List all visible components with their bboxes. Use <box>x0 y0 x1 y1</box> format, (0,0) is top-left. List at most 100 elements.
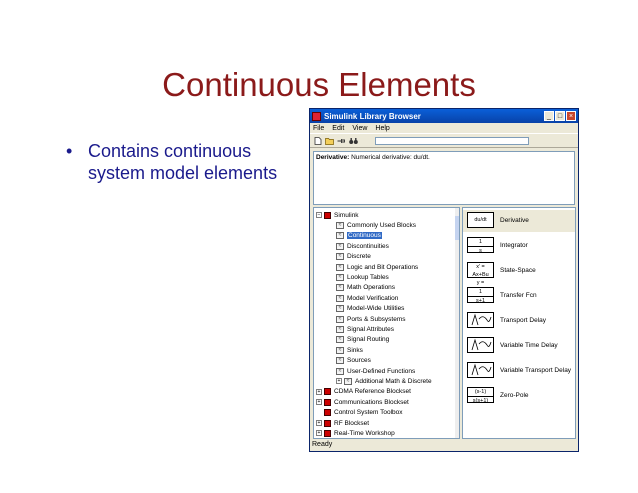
sublibrary-icon: ≈ <box>336 284 344 292</box>
tree-scrollbar[interactable] <box>455 208 459 438</box>
tree-item-label: Discrete <box>347 253 371 261</box>
tree-item[interactable]: ≈ Discrete <box>336 252 371 262</box>
tree-item[interactable]: ≈ Ports & Subsystems <box>336 314 406 324</box>
tree-item-label: Math Operations <box>347 284 396 292</box>
description-label: Derivative: <box>316 154 350 161</box>
block-icon <box>467 362 494 378</box>
tree-item-label: Ports & Subsystems <box>347 315 406 323</box>
block-item[interactable]: Transport Delay <box>463 310 575 332</box>
tree-item[interactable]: ≈ Signal Attributes <box>336 324 394 334</box>
window-titlebar[interactable]: Simulink Library Browser _ □ × <box>310 109 578 123</box>
tree-item-label: Real-Time Workshop <box>334 429 395 437</box>
block-name: Integrator <box>500 242 528 249</box>
tree-item-label: Communications Blockset <box>334 398 409 406</box>
tree-item[interactable]: ≈ Sinks <box>336 345 363 355</box>
menu-file[interactable]: File <box>313 125 324 132</box>
tree-item[interactable]: + Communications Blockset <box>316 397 409 407</box>
collapse-icon[interactable]: − <box>316 212 322 218</box>
tree-item-label: Continuous <box>347 232 382 240</box>
tree-item[interactable]: + ≈ Additional Math & Discrete <box>336 376 432 386</box>
tree-item-label: Signal Routing <box>347 336 390 344</box>
sublibrary-icon: ≈ <box>336 325 344 333</box>
search-input[interactable] <box>375 136 529 145</box>
block-item[interactable]: (s-1) s(s+1) Zero-Pole <box>463 385 575 407</box>
tree-item[interactable]: ≈ Commonly Used Blocks <box>336 220 416 230</box>
tree-item-label: CDMA Reference Blockset <box>334 388 411 396</box>
block-list: du/dt Derivative 1 s Integrator x' = Ax+Bu y =… <box>462 207 576 439</box>
block-icon-text: x' = Ax+Bu <box>472 264 489 278</box>
status-bar: Ready <box>312 441 333 448</box>
block-icon: du/dt <box>467 212 494 228</box>
toolbar <box>310 133 578 148</box>
block-icon: 1 s+1 <box>467 287 494 304</box>
sublibrary-icon: ≈ <box>336 367 344 375</box>
library-icon <box>324 398 331 406</box>
expand-icon[interactable]: + <box>316 430 322 437</box>
block-icon-text: (s-1) <box>468 388 493 397</box>
tree-item-label: RF Blockset <box>334 419 370 427</box>
block-item[interactable]: Variable Time Delay <box>463 335 575 357</box>
tree-item-label: Sources <box>347 357 371 365</box>
close-button[interactable]: × <box>566 111 576 121</box>
menu-help[interactable]: Help <box>375 125 389 132</box>
menu-view[interactable]: View <box>352 125 367 132</box>
sublibrary-icon: ≈ <box>336 315 344 323</box>
tree-item[interactable]: ≈ Logic and Bit Operations <box>336 262 418 272</box>
block-name: State-Space <box>500 267 536 274</box>
open-folder-icon[interactable] <box>325 136 334 145</box>
tree-item[interactable]: ≈ Lookup Tables <box>336 272 389 282</box>
block-item[interactable]: du/dt Derivative <box>463 210 575 232</box>
tree-item[interactable]: ≈ Sources <box>336 356 371 366</box>
library-icon <box>324 419 331 427</box>
maximize-button[interactable]: □ <box>555 111 565 121</box>
expand-icon[interactable]: + <box>316 399 322 406</box>
tree-item[interactable]: ≈ Continuous <box>336 231 382 241</box>
block-icon-text: du/dt <box>474 217 487 223</box>
tree-item-label: Discontinuities <box>347 242 389 250</box>
block-icon <box>467 337 494 353</box>
sublibrary-icon: ≈ <box>336 253 344 261</box>
pin-icon[interactable] <box>337 136 346 145</box>
tree-item[interactable]: + RF Blockset <box>316 418 369 428</box>
tree-item[interactable]: Control System Toolbox <box>316 408 403 418</box>
block-item[interactable]: 1 s+1 Transfer Fcn <box>463 285 575 307</box>
block-item[interactable]: Variable Transport Delay <box>463 360 575 382</box>
tree-item-label: Model-Wide Utilities <box>347 305 405 313</box>
block-item[interactable]: 1 s Integrator <box>463 235 575 257</box>
tree-item[interactable]: ≈ Discontinuities <box>336 241 389 251</box>
tree-item-label: Sinks <box>347 346 363 354</box>
tree-scrollbar-thumb[interactable] <box>455 216 459 240</box>
tree-item[interactable]: ≈ Model-Wide Utilities <box>336 304 404 314</box>
block-icon <box>467 312 494 328</box>
tree-item-label: Lookup Tables <box>347 273 389 281</box>
library-icon <box>324 429 331 437</box>
library-browser-window: Simulink Library Browser _ □ × File Edit… <box>309 108 579 452</box>
description-text: Numerical derivative: du/dt. <box>351 154 430 161</box>
tree-item[interactable]: ≈ Model Verification <box>336 293 398 303</box>
library-icon <box>324 388 331 396</box>
sublibrary-icon: ≈ <box>336 263 344 271</box>
tree-item-label: Signal Attributes <box>347 325 394 333</box>
binoculars-icon[interactable] <box>349 136 358 145</box>
tree-item[interactable]: + Real-Time Workshop <box>316 428 395 438</box>
bullet-point: • Contains continuous system model eleme… <box>66 140 286 184</box>
slide-title: Continuous Elements <box>162 66 476 103</box>
tree-item[interactable]: ≈ Signal Routing <box>336 335 389 345</box>
sublibrary-icon: ≈ <box>336 242 344 250</box>
tree-item[interactable]: − Simulink <box>316 210 359 220</box>
tree-item[interactable]: ≈ User-Defined Functions <box>336 366 415 376</box>
block-icon: x' = Ax+Buy = Cx+Du <box>467 262 494 294</box>
tree-item[interactable]: + CDMA Reference Blockset <box>316 387 411 397</box>
expand-icon[interactable]: + <box>316 420 322 426</box>
menu-edit[interactable]: Edit <box>332 125 344 132</box>
expand-icon[interactable]: + <box>316 388 322 395</box>
block-icon-text: 1 <box>468 288 493 297</box>
block-item[interactable]: x' = Ax+Buy = Cx+Du State-Space <box>463 260 575 294</box>
block-icon-text: s <box>479 248 482 254</box>
expand-icon[interactable]: + <box>336 378 342 385</box>
block-icon: 1s <box>467 237 494 254</box>
tree-item-label: Control System Toolbox <box>334 409 403 417</box>
minimize-button[interactable]: _ <box>544 111 554 121</box>
tree-item[interactable]: ≈ Math Operations <box>336 283 395 293</box>
new-model-icon[interactable] <box>313 136 322 145</box>
